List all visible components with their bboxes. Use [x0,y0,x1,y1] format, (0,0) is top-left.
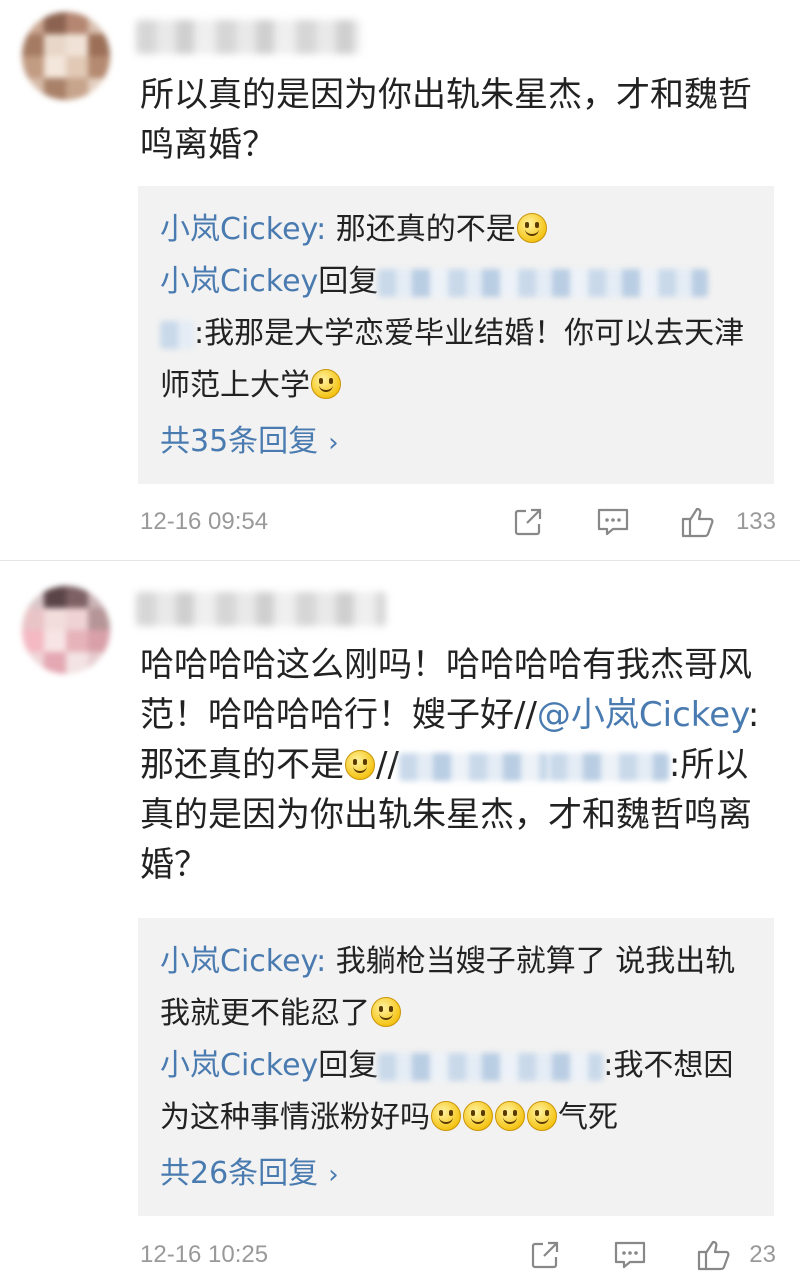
chevron-right-icon: › [328,1160,339,1190]
mentioned-username-blurred[interactable] [378,268,709,297]
username-blurred[interactable] [136,20,361,54]
chevron-right-icon: › [328,428,339,458]
timestamp: 12-16 10:25 [140,1241,269,1268]
comment-text: 哈哈哈哈这么刚吗！哈哈哈哈有我杰哥风范！哈哈哈哈行！嫂子好//@小岚Cickey… [140,645,760,885]
view-more-replies-link[interactable]: 共26条回复 › [160,1146,752,1203]
comment-icon[interactable] [610,1235,650,1275]
smile-emoji-icon [371,997,401,1027]
like-icon[interactable] [694,1235,734,1275]
mentioned-username-blurred[interactable] [398,752,549,781]
reply-username[interactable]: 小岚Cickey [160,1048,318,1083]
view-more-replies-link[interactable]: 共35条回复 › [160,414,752,471]
mentioned-username-blurred[interactable] [548,752,669,781]
timestamp: 12-16 09:54 [140,508,269,535]
share-icon[interactable] [508,502,548,542]
reply-item[interactable]: 小岚Cickey回复:我不想因为这种事情涨粉好吗 气死 [160,1040,752,1144]
smile-emoji-icon [463,1101,493,1131]
comment-icon[interactable] [593,502,633,542]
mentioned-username-blurred[interactable] [378,1052,604,1081]
username-blurred[interactable] [136,592,386,626]
reply-text: 那还真的不是 [335,212,516,247]
reply-box[interactable]: 小岚Cickey: 我躺枪当嫂子就算了 说我出轨我就更不能忍了 小岚Cickey… [138,918,774,1216]
avatar[interactable] [22,586,110,674]
smile-emoji-icon [527,1101,557,1131]
smile-emoji-icon [311,369,341,399]
like-count: 133 [735,508,776,535]
reply-text: :我那是大学恋爱毕业结婚！你可以去天津师范上大学 [160,316,745,403]
comment-meta: 12-16 10:25 23 [140,1235,776,1275]
mention-link[interactable]: @小岚Cickey [537,695,748,735]
smile-emoji-icon [495,1101,525,1131]
reply-item[interactable]: 小岚Cickey: 那还真的不是 [160,204,752,256]
comment-meta: 12-16 09:54 133 [140,502,776,542]
smile-emoji-icon [516,213,547,243]
reply-item[interactable]: 小岚Cickey: 我躺枪当嫂子就算了 说我出轨我就更不能忍了 [160,936,752,1040]
reply-username[interactable]: 小岚Cickey [160,264,318,299]
share-icon[interactable] [525,1235,565,1275]
reply-box[interactable]: 小岚Cickey: 那还真的不是 小岚Cickey回复:我那是大学恋爱毕业结婚！… [138,186,774,484]
comment-text: 所以真的是因为你出轨朱星杰，才和魏哲鸣离婚？ [140,75,752,165]
smile-emoji-icon [431,1101,461,1131]
mentioned-username-blurred[interactable] [160,320,194,349]
avatar[interactable] [22,12,110,100]
reply-username[interactable]: 小岚Cickey [160,944,316,979]
reply-item[interactable]: 小岚Cickey回复:我那是大学恋爱毕业结婚！你可以去天津师范上大学 [160,256,752,412]
like-count: 23 [749,1241,776,1268]
divider [0,560,800,561]
smile-emoji-icon [345,750,375,780]
reply-username[interactable]: 小岚Cickey [160,212,316,247]
like-icon[interactable] [678,502,718,542]
